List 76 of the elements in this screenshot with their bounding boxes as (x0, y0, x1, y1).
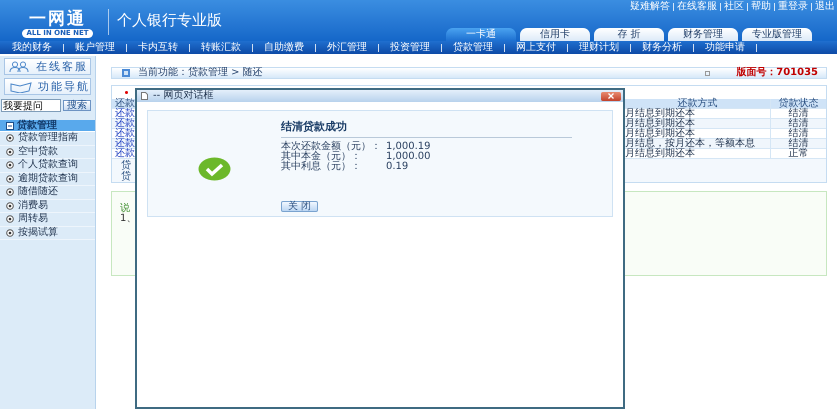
dialog-title: -- 网页对话框 (153, 91, 214, 101)
table-cell: 结清 (770, 139, 826, 148)
sidebar-button[interactable]: 功能导航 (4, 78, 91, 95)
sidebar-item[interactable]: 按揭试算 (0, 226, 95, 240)
field-value: 1,000.19 (386, 142, 431, 152)
sidebar-item[interactable]: 消费易 (0, 200, 95, 213)
app-title: 个人银行专业版 (117, 10, 222, 30)
top-link[interactable]: 在线客服 (677, 1, 717, 13)
menu-item[interactable]: 自助缴费 (260, 41, 308, 54)
top-link[interactable]: 重登录 (778, 1, 808, 13)
bullet-icon (6, 202, 14, 210)
table-cell: 结清 (770, 129, 826, 138)
bullet-icon (6, 161, 14, 170)
close-button[interactable] (601, 92, 621, 100)
nav-tab[interactable]: 专业版管理 (742, 28, 812, 41)
nav-tab[interactable]: 存 折 (594, 28, 664, 41)
menu-item[interactable]: 我的财务 (8, 41, 56, 54)
square-icon (705, 70, 710, 76)
sidebar-button[interactable]: 在线客服 (4, 58, 91, 75)
menu-item[interactable]: 财务分析 (638, 41, 686, 54)
field-label: 其中本金（元）： (281, 152, 362, 162)
bullet-icon (6, 188, 14, 196)
table-cell: 结清 (770, 109, 826, 118)
nav-tab[interactable]: 信用卡 (520, 28, 590, 41)
menu-item[interactable]: 理财计划 (575, 41, 623, 54)
close-dialog-button[interactable]: 关 闭 (281, 201, 318, 212)
collapse-icon (6, 122, 14, 130)
top-link[interactable]: 退出 (815, 1, 835, 13)
menu-item[interactable]: 卡内互转 (134, 41, 182, 54)
page-number: 版面号：701035 (736, 68, 818, 78)
sidebar-item[interactable]: 逾期贷款查询 (0, 172, 95, 186)
menu-item[interactable]: 外汇管理 (323, 41, 371, 54)
field-value: 0.19 (386, 162, 408, 172)
sidebar-item[interactable]: 随借随还 (0, 186, 95, 200)
menu-item[interactable]: 转账汇款 (197, 41, 245, 54)
people-icon (9, 60, 31, 72)
bullet-icon (6, 134, 14, 142)
column-header: 贷款状态 (770, 99, 826, 108)
top-link[interactable]: 帮助 (751, 1, 771, 13)
checkmark-icon (198, 156, 231, 180)
sidebar-item[interactable]: 个人贷款查询 (0, 159, 95, 172)
menu-item[interactable]: 投资管理 (386, 41, 434, 54)
field-label: 其中利息（元）： (281, 162, 362, 172)
menu-item[interactable]: 功能申请 (701, 41, 749, 54)
menu-item[interactable]: 贷款管理 (449, 41, 497, 54)
top-link[interactable]: 社区 (724, 1, 744, 13)
top-link[interactable]: 疑难解答 (630, 1, 670, 13)
search-button[interactable]: 搜索 (63, 100, 91, 111)
dialog-heading: 结清贷款成功 (281, 121, 348, 133)
bullet-icon (6, 148, 14, 156)
table-footer-text: 贷 (121, 172, 131, 182)
note-title: 说 (120, 204, 130, 214)
table-cell: 结清 (770, 119, 826, 128)
sidebar-item[interactable]: 贷款管理指南 (0, 132, 95, 146)
nav-tab[interactable]: 财务管理 (668, 28, 738, 41)
breadcrumb-text: 当前功能：贷款管理 > 随还 (138, 68, 263, 78)
logo-mark: 一网通 (29, 9, 86, 29)
close-icon (608, 93, 614, 99)
field-value: 1,000.00 (386, 152, 431, 162)
column-header: 还款 (114, 99, 136, 108)
bullet-icon (6, 228, 14, 237)
book-icon (9, 80, 33, 92)
bullet-icon (6, 215, 14, 224)
table-cell: 正常 (770, 149, 826, 158)
menu-item[interactable]: 账户管理 (71, 41, 119, 54)
sidebar-item[interactable]: 周转易 (0, 213, 95, 226)
document-icon (141, 92, 148, 100)
field-label: 本次还款金额（元）： (281, 142, 382, 152)
sidebar-item[interactable]: 空中贷款 (0, 146, 95, 159)
note-text: 1、 (120, 214, 136, 224)
menu-item[interactable]: 网上支付 (512, 41, 560, 54)
bullet-icon (6, 174, 14, 183)
nav-tab[interactable]: 一卡通 (446, 28, 516, 41)
menu-header[interactable]: 贷款管理 (0, 120, 95, 132)
search-field[interactable]: 我要提问 (1, 99, 61, 112)
table-footer-text: 贷 (121, 161, 131, 171)
